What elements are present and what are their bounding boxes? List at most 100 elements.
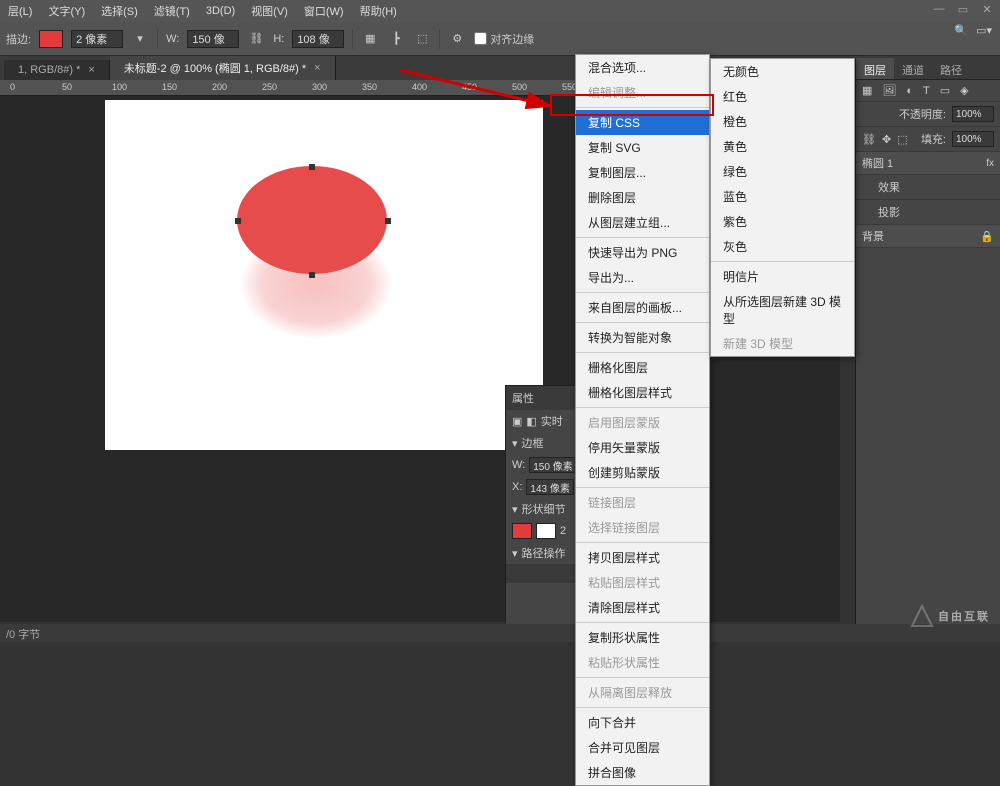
context-menu-item[interactable]: 复制图层... xyxy=(576,160,709,185)
close-icon[interactable]: × xyxy=(88,64,94,76)
close-button[interactable]: ✕ xyxy=(978,1,996,17)
layer-context-menu: 混合选项...编辑调整...复制 CSS复制 SVG复制图层...删除图层从图层… xyxy=(575,54,710,786)
width-input[interactable] xyxy=(187,30,239,48)
fill-input[interactable] xyxy=(952,131,994,147)
fill-swatch-icon[interactable] xyxy=(512,523,532,539)
layer-row[interactable]: 椭圆 1 fx xyxy=(856,152,1000,175)
submenu-item[interactable]: 黄色 xyxy=(711,134,854,159)
stroke-label: 描边: xyxy=(6,31,31,47)
shape-icon[interactable]: ▭ xyxy=(940,84,950,97)
height-input[interactable] xyxy=(292,30,344,48)
menu-item[interactable]: 帮助(H) xyxy=(360,3,397,19)
smart-icon[interactable]: ◈ xyxy=(960,84,968,97)
anchor-point-left[interactable] xyxy=(235,218,241,224)
close-icon[interactable]: × xyxy=(314,62,320,74)
link-icon[interactable]: ⛓ xyxy=(247,30,265,48)
menu-divider xyxy=(576,622,709,623)
watermark-logo-icon xyxy=(910,604,934,628)
mask-icon[interactable]: ◧ xyxy=(526,415,536,428)
text-icon[interactable]: T xyxy=(923,85,930,97)
anchor-point-right[interactable] xyxy=(385,218,391,224)
submenu-item[interactable]: 从所选图层新建 3D 模型 xyxy=(711,289,854,331)
context-menu-item[interactable]: 从图层建立组... xyxy=(576,210,709,235)
effects-row[interactable]: 效果 xyxy=(856,175,1000,200)
stroke-width-input[interactable] xyxy=(71,30,123,48)
submenu-item[interactable]: 紫色 xyxy=(711,209,854,234)
expand-icon[interactable]: ▾ xyxy=(512,547,518,560)
stroke-style-icon[interactable]: ▾ xyxy=(131,30,149,48)
submenu-item[interactable]: 红色 xyxy=(711,84,854,109)
arrange-icon[interactable]: ▭▾ xyxy=(976,24,992,37)
h-label: H: xyxy=(273,33,284,45)
opacity-input[interactable] xyxy=(952,106,994,122)
ruler-tick: 50 xyxy=(62,82,72,92)
document-tab[interactable]: 未标题-2 @ 100% (椭圆 1, RGB/8#) * × xyxy=(110,56,336,80)
submenu-item[interactable]: 橙色 xyxy=(711,109,854,134)
context-menu-item[interactable]: 复制 SVG xyxy=(576,135,709,160)
context-menu-item[interactable]: 来自图层的画板... xyxy=(576,295,709,320)
anchor-point-top[interactable] xyxy=(309,164,315,170)
context-menu-item[interactable]: 栅格化图层样式 xyxy=(576,380,709,405)
context-menu-item[interactable]: 停用矢量蒙版 xyxy=(576,435,709,460)
submenu-item[interactable]: 绿色 xyxy=(711,159,854,184)
anchor-point-bottom[interactable] xyxy=(309,272,315,278)
stroke-swatch-icon[interactable] xyxy=(536,523,556,539)
x-input[interactable] xyxy=(526,479,574,495)
submenu-item[interactable]: 灰色 xyxy=(711,234,854,259)
crop-icon[interactable]: ▣ xyxy=(512,415,522,428)
path-arrange-icon[interactable]: ⬚ xyxy=(413,30,431,48)
context-menu-item[interactable]: 复制 CSS xyxy=(576,110,709,135)
stroke-swatch[interactable] xyxy=(39,30,63,48)
tab-paths[interactable]: 路径 xyxy=(932,58,970,79)
context-menu-item[interactable]: 清除图层样式 xyxy=(576,595,709,620)
tab-channels[interactable]: 通道 xyxy=(894,58,932,79)
drop-shadow-row[interactable]: 投影 xyxy=(856,200,1000,225)
ellipse-shape[interactable] xyxy=(237,166,387,274)
align-edges-checkbox[interactable]: 对齐边缘 xyxy=(474,31,534,47)
context-menu-item[interactable]: 转换为智能对象 xyxy=(576,325,709,350)
expand-icon[interactable]: ▾ xyxy=(512,437,518,450)
submenu-item[interactable]: 蓝色 xyxy=(711,184,854,209)
menu-item[interactable]: 选择(S) xyxy=(101,3,138,19)
menu-item[interactable]: 文字(Y) xyxy=(48,3,85,19)
context-menu-item[interactable]: 导出为... xyxy=(576,265,709,290)
context-menu-item[interactable]: 创建剪贴蒙版 xyxy=(576,460,709,485)
path-align-icon[interactable]: ┣ xyxy=(387,30,405,48)
fx-badge[interactable]: fx xyxy=(986,158,994,169)
tab-layers[interactable]: 图层 xyxy=(856,58,894,79)
align-icon[interactable]: ▦ xyxy=(361,30,379,48)
w-input[interactable] xyxy=(529,457,577,473)
expand-icon[interactable]: ▾ xyxy=(512,503,518,516)
context-menu-item[interactable]: 快速导出为 PNG xyxy=(576,240,709,265)
gear-icon[interactable]: ⚙ xyxy=(448,30,466,48)
context-menu-item: 选择链接图层 xyxy=(576,515,709,540)
context-menu-item[interactable]: 拷贝图层样式 xyxy=(576,545,709,570)
context-menu-item[interactable]: 合并可见图层 xyxy=(576,735,709,760)
submenu-item[interactable]: 明信片 xyxy=(711,264,854,289)
context-menu-item[interactable]: 拼合图像 xyxy=(576,760,709,785)
filter-icon[interactable]: ▦ xyxy=(862,84,872,97)
submenu-item[interactable]: 无颜色 xyxy=(711,59,854,84)
canvas[interactable] xyxy=(105,100,543,450)
menu-item[interactable]: 层(L) xyxy=(8,3,32,19)
lock-art-icon[interactable]: ⬚ xyxy=(897,133,907,146)
menu-item[interactable]: 3D(D) xyxy=(206,5,235,17)
align-edges-input[interactable] xyxy=(474,32,487,45)
adjust-icon[interactable]: ◐ xyxy=(906,85,913,97)
context-menu-item[interactable]: 向下合并 xyxy=(576,710,709,735)
lock-icon[interactable]: ⛓ xyxy=(862,133,876,146)
context-menu-item[interactable]: 栅格化图层 xyxy=(576,355,709,380)
search-icon[interactable]: 🔍 xyxy=(954,24,968,37)
image-icon[interactable]: 🖼 xyxy=(882,84,896,97)
context-menu-item[interactable]: 删除图层 xyxy=(576,185,709,210)
minimize-button[interactable]: — xyxy=(930,1,948,17)
menu-item[interactable]: 窗口(W) xyxy=(304,3,344,19)
context-menu-item[interactable]: 混合选项... xyxy=(576,55,709,80)
document-tab[interactable]: 1, RGB/8#) * × xyxy=(4,60,110,80)
lock-pos-icon[interactable]: ✥ xyxy=(882,133,891,146)
maximize-button[interactable]: ▭ xyxy=(954,1,972,17)
menu-item[interactable]: 视图(V) xyxy=(251,3,288,19)
menu-item[interactable]: 滤镜(T) xyxy=(154,3,190,19)
layer-row[interactable]: 背景 🔒 xyxy=(856,225,1000,248)
context-menu-item[interactable]: 复制形状属性 xyxy=(576,625,709,650)
